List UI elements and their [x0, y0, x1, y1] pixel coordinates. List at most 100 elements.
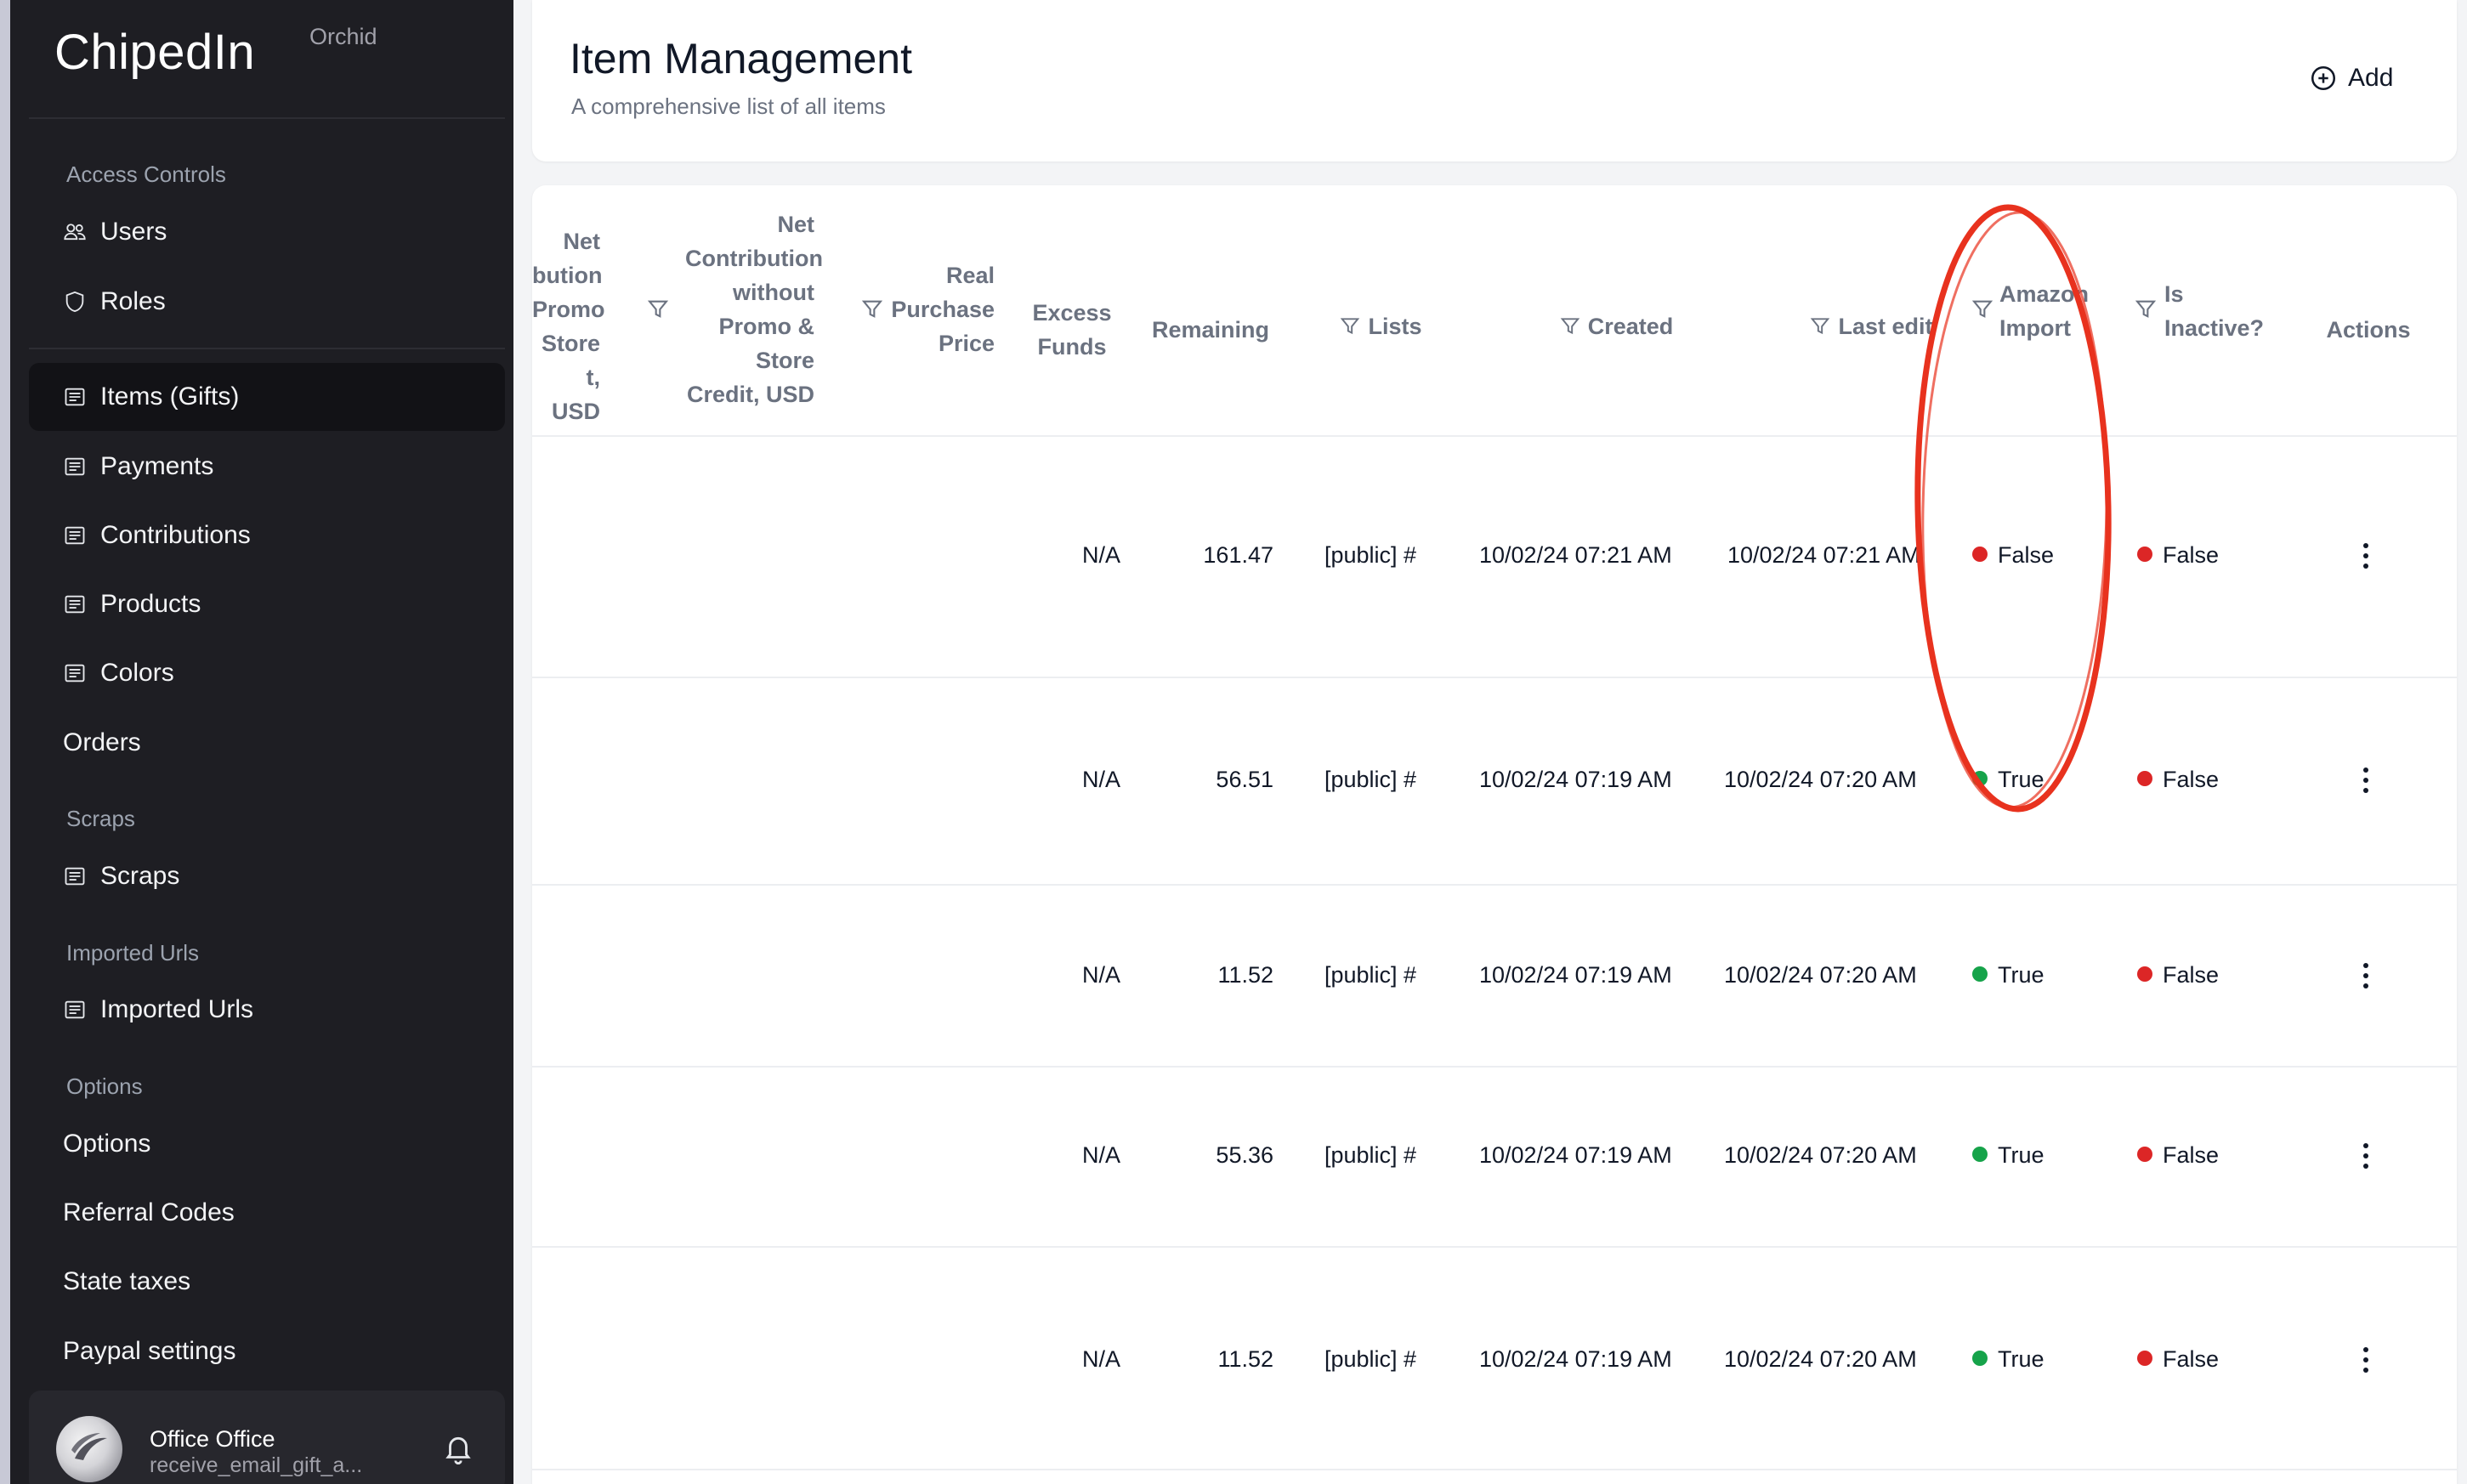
add-button[interactable]: Add — [2309, 59, 2393, 97]
sidebar-item-referral-codes[interactable]: Referral Codes — [29, 1179, 505, 1247]
avatar[interactable] — [56, 1416, 122, 1482]
cell-is-inactive: False — [2137, 767, 2219, 793]
column-header-real-purchase-price[interactable]: Real Purchase Price — [889, 258, 995, 360]
column-header-is-inactive[interactable]: Is Inactive? — [2164, 277, 2283, 345]
cell-last-edit: 10/02/24 07:20 AM — [1724, 1346, 1917, 1372]
header-line: without — [733, 280, 814, 305]
brand[interactable]: ChipedIn Orchid — [54, 24, 377, 81]
status-dot — [1972, 547, 1988, 562]
header-line: Contribution — [685, 246, 823, 271]
cell-excess-funds: N/A — [1081, 767, 1120, 792]
cell-remaining: 11.52 — [1217, 1346, 1273, 1372]
cell-is-inactive: False — [2137, 1142, 2219, 1169]
sidebar-divider — [29, 117, 505, 119]
filter-icon[interactable] — [1559, 313, 1581, 335]
row-divider — [532, 884, 2457, 886]
sidebar-item-imported-urls[interactable]: Imported Urls — [29, 976, 505, 1044]
sidebar: ChipedIn Orchid Access Controls Users Ro… — [10, 0, 513, 1484]
sidebar-item-label: Options — [63, 1130, 151, 1158]
header-line: Excess — [1032, 300, 1112, 326]
column-header-remaining[interactable]: Remaining — [1151, 313, 1270, 347]
status-label: False — [2163, 767, 2220, 792]
status-dot — [1972, 966, 1988, 982]
column-header-lists[interactable]: Lists — [1323, 309, 1438, 343]
filter-icon[interactable] — [1339, 313, 1361, 335]
sidebar-item-label: Products — [100, 590, 201, 618]
brand-edition: Orchid — [309, 24, 377, 49]
column-header-net-contribution-without-promo[interactable]: Net Contribution without Promo & Store C… — [685, 207, 823, 411]
header-line: Credit, USD — [686, 382, 814, 407]
bell-icon[interactable] — [442, 1433, 474, 1465]
cell-lists[interactable]: [public] # — [1324, 542, 1416, 569]
sidebar-item-label: Orders — [63, 728, 141, 756]
section-scraps: Scraps — [66, 806, 135, 831]
sidebar-item-options[interactable]: Options — [29, 1110, 505, 1178]
filter-icon[interactable] — [646, 297, 670, 321]
cell-amazon-import: True — [1972, 962, 2044, 988]
cell-lists[interactable]: [public] # — [1324, 767, 1416, 793]
sidebar-item-paypal-settings[interactable]: Paypal settings — [29, 1317, 505, 1385]
cell-lists[interactable]: [public] # — [1324, 1346, 1416, 1373]
more-vertical-icon[interactable] — [2362, 1141, 2370, 1171]
column-header-last-edit[interactable]: Last edit — [1790, 309, 1952, 343]
cell-is-inactive: False — [2137, 1346, 2219, 1373]
header-line: Is — [2164, 281, 2184, 307]
brand-name: ChipedIn — [54, 25, 256, 80]
column-header-net-contribution-promo[interactable]: Net bution Promo Store t, USD — [532, 224, 605, 428]
column-header-created[interactable]: Created — [1544, 309, 1688, 343]
status-dot — [2137, 547, 2152, 562]
list-icon — [63, 864, 87, 888]
add-button-label: Add — [2348, 64, 2394, 92]
more-vertical-icon[interactable] — [2362, 541, 2370, 571]
sidebar-item-state-taxes[interactable]: State taxes — [29, 1248, 505, 1316]
filter-icon[interactable] — [2134, 297, 2158, 321]
list-icon — [63, 455, 87, 479]
header-label: Last edit — [1838, 314, 1933, 339]
row-divider — [532, 1246, 2457, 1248]
cell-last-edit: 10/02/24 07:20 AM — [1724, 767, 1917, 792]
cell-lists[interactable]: [public] # — [1324, 1142, 1416, 1169]
header-line: Store — [755, 348, 814, 373]
column-header-excess-funds[interactable]: Excess Funds — [1025, 296, 1119, 364]
sidebar-item-colors[interactable]: Colors — [29, 639, 505, 707]
sidebar-item-products[interactable]: Products — [29, 570, 505, 638]
sidebar-item-contributions[interactable]: Contributions — [29, 501, 505, 569]
row-divider — [532, 1066, 2457, 1068]
column-header-amazon-import[interactable]: Amazon Import — [1999, 277, 2101, 345]
user-profile-card[interactable]: Office Office receive_email_gift_a... — [29, 1391, 505, 1484]
sidebar-item-label: Users — [100, 218, 167, 246]
status-label: True — [1998, 1346, 2044, 1372]
sidebar-divider — [29, 348, 505, 349]
cell-amazon-import: True — [1972, 767, 2044, 793]
sidebar-item-roles[interactable]: Roles — [29, 268, 505, 336]
sidebar-item-users[interactable]: Users — [29, 198, 505, 266]
more-vertical-icon[interactable] — [2362, 765, 2370, 796]
header-line: bution — [532, 263, 603, 288]
user-name: Office Office — [150, 1426, 275, 1452]
sidebar-item-label: Referral Codes — [63, 1198, 235, 1226]
sidebar-item-items-gifts[interactable]: Items (Gifts) — [29, 363, 505, 431]
filter-icon[interactable] — [1809, 313, 1831, 335]
items-table: Net bution Promo Store t, USD Net Contri… — [532, 185, 2457, 1484]
header-line: Promo — [532, 297, 605, 322]
sidebar-item-payments[interactable]: Payments — [29, 433, 505, 501]
list-icon — [63, 998, 87, 1022]
cell-created: 10/02/24 07:19 AM — [1479, 767, 1672, 792]
header-line: Store — [541, 331, 600, 356]
page-header: Item Management A comprehensive list of … — [532, 0, 2457, 161]
sidebar-item-orders[interactable]: Orders — [29, 709, 505, 777]
more-vertical-icon[interactable] — [2362, 960, 2370, 991]
status-label: False — [2163, 962, 2220, 988]
list-icon — [63, 592, 87, 616]
more-vertical-icon[interactable] — [2362, 1345, 2370, 1375]
sidebar-item-label: State taxes — [63, 1267, 191, 1295]
header-line: Funds — [1037, 334, 1107, 360]
filter-icon[interactable] — [860, 297, 884, 321]
sidebar-item-scraps[interactable]: Scraps — [29, 842, 505, 910]
cell-lists[interactable]: [public] # — [1324, 962, 1416, 988]
filter-icon[interactable] — [1971, 297, 1994, 321]
users-icon — [63, 220, 87, 244]
status-label: False — [1998, 542, 2055, 568]
sidebar-item-label: Roles — [100, 287, 166, 315]
page-title: Item Management — [570, 35, 912, 82]
